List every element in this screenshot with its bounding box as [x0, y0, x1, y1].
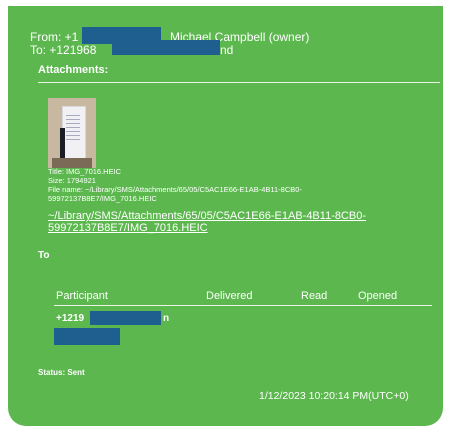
- attachments-label: Attachments:: [38, 64, 109, 76]
- attachment-link-cont[interactable]: 59972137B8E7/IMG_7016.HEIC: [48, 222, 208, 234]
- photo-thumbnail[interactable]: [48, 98, 96, 168]
- column-header-participant: Participant: [56, 290, 108, 302]
- attachment-link[interactable]: ~/Library/SMS/Attachments/65/05/C5AC1E66…: [48, 210, 366, 222]
- to-suffix: nd: [220, 43, 234, 57]
- to-label: To: +121968: [30, 43, 97, 57]
- attachments-divider: [38, 82, 440, 83]
- column-header-read: Read: [301, 290, 328, 302]
- timestamp: 1/12/2023 10:20:14 PM(UTC+0): [259, 390, 409, 402]
- message-panel: From: +1 Michael Campbell (owner) To: +1…: [8, 6, 443, 426]
- redaction-block: [90, 311, 161, 325]
- redaction-block: [112, 40, 220, 55]
- column-header-opened: Opened: [358, 290, 398, 302]
- participant-suffix: n: [163, 313, 170, 324]
- redaction-block: [54, 328, 120, 345]
- table-header-divider: [54, 305, 432, 306]
- column-header-delivered: Delivered: [206, 290, 253, 302]
- attachment-filename-cont: 59972137B8E7/IMG_7016.HEIC: [48, 194, 157, 203]
- participant-number: +1219: [56, 313, 85, 324]
- status-text: Status: Sent: [38, 368, 85, 377]
- to-section-label: To: [38, 250, 50, 261]
- from-label: From: +1: [30, 30, 79, 44]
